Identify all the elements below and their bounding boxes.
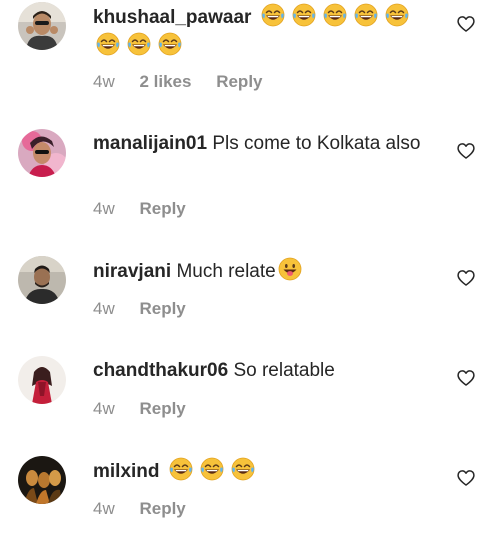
laughing-tears-emoji [323, 3, 347, 27]
laughing-tears-emoji [292, 3, 316, 27]
laughing-tears-emoji [158, 32, 182, 56]
laughing-tears-emoji [231, 457, 255, 481]
reply-button[interactable]: Reply [139, 499, 185, 518]
comment-text: khushaal_pawaar [93, 3, 433, 61]
reply-button[interactable]: Reply [139, 199, 185, 218]
heart-icon[interactable] [456, 368, 476, 388]
avatar[interactable] [18, 2, 66, 50]
emoji-row [165, 457, 259, 482]
comment-timestamp: 4w [93, 299, 115, 318]
laughing-tears-emoji [354, 3, 378, 27]
comment-username[interactable]: khushaal_pawaar [93, 7, 251, 28]
avatar[interactable] [18, 129, 66, 177]
avatar[interactable] [18, 456, 66, 504]
heart-icon[interactable] [456, 268, 476, 288]
comment-body: So relatable [233, 360, 335, 381]
laughing-tears-emoji [169, 457, 193, 481]
reply-button[interactable]: Reply [139, 299, 185, 318]
laughing-tears-emoji [261, 3, 285, 27]
reply-button[interactable]: Reply [216, 72, 262, 91]
laughing-tears-emoji [96, 32, 120, 56]
laughing-tears-emoji [385, 3, 409, 27]
likes-count-button[interactable]: 2 likes [139, 72, 191, 91]
grinning-tongue-emoji [278, 257, 302, 281]
comment-timestamp: 4w [93, 499, 115, 518]
comment-meta: 4w Reply [93, 398, 206, 420]
comment-body: Much relate [176, 261, 276, 282]
laughing-tears-emoji [200, 457, 224, 481]
comment-body: Pls come to Kolkata also [212, 133, 421, 154]
comment-timestamp: 4w [93, 72, 115, 91]
comment-meta: 4w Reply [93, 498, 206, 520]
comment-timestamp: 4w [93, 199, 115, 218]
heart-icon[interactable] [456, 468, 476, 488]
heart-icon[interactable] [456, 14, 476, 34]
comment-username[interactable]: niravjani [93, 261, 171, 282]
comment-username[interactable]: chandthakur06 [93, 360, 228, 381]
reply-button[interactable]: Reply [139, 399, 185, 418]
avatar[interactable] [18, 356, 66, 404]
avatar[interactable] [18, 256, 66, 304]
comment-username[interactable]: manalijain01 [93, 133, 207, 154]
comment-timestamp: 4w [93, 399, 115, 418]
comment-text: manalijain01 Pls come to Kolkata also [93, 130, 433, 158]
comment-text: chandthakur06 So relatable [93, 357, 433, 385]
comment-meta: 4w Reply [93, 298, 206, 320]
laughing-tears-emoji [127, 32, 151, 56]
comment-meta: 4w 2 likes Reply [93, 71, 283, 93]
comment-username[interactable]: milxind [93, 461, 160, 482]
comment-meta: 4w Reply [93, 198, 206, 220]
comment-text: niravjani Much relate [93, 257, 433, 286]
heart-icon[interactable] [456, 141, 476, 161]
comment-text: milxind [93, 457, 433, 486]
